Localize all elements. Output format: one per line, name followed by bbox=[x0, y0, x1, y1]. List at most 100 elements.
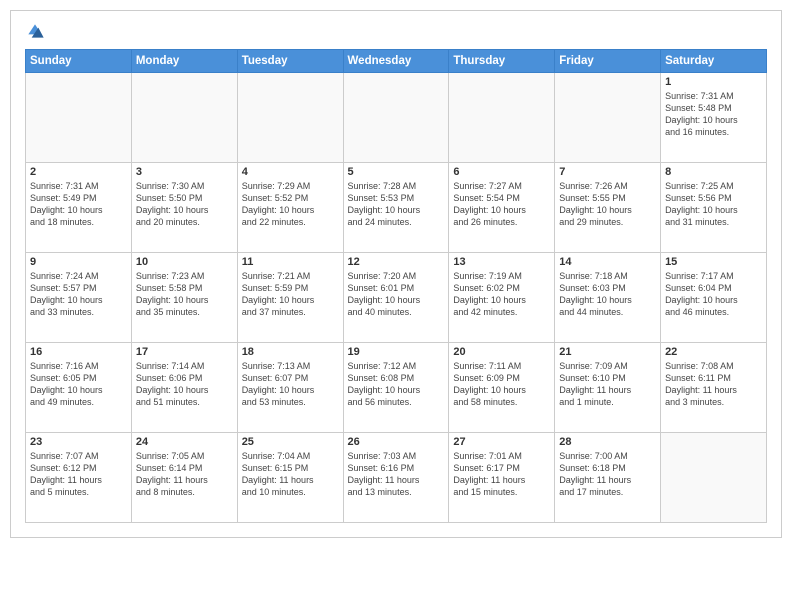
day-number: 19 bbox=[348, 346, 445, 358]
day-info: Sunrise: 7:17 AM Sunset: 6:04 PM Dayligh… bbox=[665, 270, 762, 319]
day-info: Sunrise: 7:18 AM Sunset: 6:03 PM Dayligh… bbox=[559, 270, 656, 319]
day-info: Sunrise: 7:24 AM Sunset: 5:57 PM Dayligh… bbox=[30, 270, 127, 319]
calendar-week-row: 2 Sunrise: 7:31 AM Sunset: 5:49 PM Daylig… bbox=[26, 163, 767, 253]
day-number: 21 bbox=[559, 346, 656, 358]
weekday-thursday: Thursday bbox=[449, 50, 555, 73]
day-info: Sunrise: 7:26 AM Sunset: 5:55 PM Dayligh… bbox=[559, 180, 656, 229]
calendar-cell: 17 Sunrise: 7:14 AM Sunset: 6:06 PM Dayli… bbox=[131, 343, 237, 433]
calendar-cell: 23 Sunrise: 7:07 AM Sunset: 6:12 PM Dayli… bbox=[26, 433, 132, 523]
calendar-cell: 12 Sunrise: 7:20 AM Sunset: 6:01 PM Dayli… bbox=[343, 253, 449, 343]
day-info: Sunrise: 7:29 AM Sunset: 5:52 PM Dayligh… bbox=[242, 180, 339, 229]
day-info: Sunrise: 7:14 AM Sunset: 6:06 PM Dayligh… bbox=[136, 360, 233, 409]
calendar-cell: 7 Sunrise: 7:26 AM Sunset: 5:55 PM Daylig… bbox=[555, 163, 661, 253]
day-number: 7 bbox=[559, 166, 656, 178]
day-number: 26 bbox=[348, 436, 445, 448]
day-number: 27 bbox=[453, 436, 550, 448]
day-number: 22 bbox=[665, 346, 762, 358]
calendar-cell: 28 Sunrise: 7:00 AM Sunset: 6:18 PM Dayli… bbox=[555, 433, 661, 523]
day-number: 14 bbox=[559, 256, 656, 268]
calendar-cell: 21 Sunrise: 7:09 AM Sunset: 6:10 PM Dayli… bbox=[555, 343, 661, 433]
day-info: Sunrise: 7:13 AM Sunset: 6:07 PM Dayligh… bbox=[242, 360, 339, 409]
day-number: 8 bbox=[665, 166, 762, 178]
calendar-cell: 9 Sunrise: 7:24 AM Sunset: 5:57 PM Daylig… bbox=[26, 253, 132, 343]
calendar-cell: 3 Sunrise: 7:30 AM Sunset: 5:50 PM Daylig… bbox=[131, 163, 237, 253]
weekday-saturday: Saturday bbox=[661, 50, 767, 73]
weekday-sunday: Sunday bbox=[26, 50, 132, 73]
calendar-cell: 18 Sunrise: 7:13 AM Sunset: 6:07 PM Dayli… bbox=[237, 343, 343, 433]
day-info: Sunrise: 7:20 AM Sunset: 6:01 PM Dayligh… bbox=[348, 270, 445, 319]
day-info: Sunrise: 7:27 AM Sunset: 5:54 PM Dayligh… bbox=[453, 180, 550, 229]
calendar-cell: 19 Sunrise: 7:12 AM Sunset: 6:08 PM Dayli… bbox=[343, 343, 449, 433]
day-number: 3 bbox=[136, 166, 233, 178]
day-info: Sunrise: 7:08 AM Sunset: 6:11 PM Dayligh… bbox=[665, 360, 762, 409]
calendar-cell bbox=[343, 73, 449, 163]
page-header bbox=[25, 21, 767, 41]
calendar-cell: 22 Sunrise: 7:08 AM Sunset: 6:11 PM Dayli… bbox=[661, 343, 767, 433]
day-number: 23 bbox=[30, 436, 127, 448]
calendar-cell: 24 Sunrise: 7:05 AM Sunset: 6:14 PM Dayli… bbox=[131, 433, 237, 523]
calendar-cell bbox=[237, 73, 343, 163]
calendar-cell: 25Sunrise: 7:04 AM Sunset: 6:15 PM Dayli… bbox=[237, 433, 343, 523]
day-number: 15 bbox=[665, 256, 762, 268]
day-number: 10 bbox=[136, 256, 233, 268]
day-number: 9 bbox=[30, 256, 127, 268]
calendar-cell: 11 Sunrise: 7:21 AM Sunset: 5:59 PM Dayli… bbox=[237, 253, 343, 343]
weekday-wednesday: Wednesday bbox=[343, 50, 449, 73]
calendar-cell: 26Sunrise: 7:03 AM Sunset: 6:16 PM Dayli… bbox=[343, 433, 449, 523]
day-number: 28 bbox=[559, 436, 656, 448]
calendar-cell: 8 Sunrise: 7:25 AM Sunset: 5:56 PM Daylig… bbox=[661, 163, 767, 253]
calendar-cell: 27 Sunrise: 7:01 AM Sunset: 6:17 PM Dayli… bbox=[449, 433, 555, 523]
logo-icon bbox=[25, 21, 45, 41]
day-info: Sunrise: 7:09 AM Sunset: 6:10 PM Dayligh… bbox=[559, 360, 656, 409]
day-number: 6 bbox=[453, 166, 550, 178]
calendar-cell: 15 Sunrise: 7:17 AM Sunset: 6:04 PM Dayli… bbox=[661, 253, 767, 343]
calendar-cell: 4Sunrise: 7:29 AM Sunset: 5:52 PM Daylig… bbox=[237, 163, 343, 253]
day-number: 24 bbox=[136, 436, 233, 448]
calendar-cell bbox=[131, 73, 237, 163]
day-number: 17 bbox=[136, 346, 233, 358]
day-info: Sunrise: 7:21 AM Sunset: 5:59 PM Dayligh… bbox=[242, 270, 339, 319]
calendar-cell: 16 Sunrise: 7:16 AM Sunset: 6:05 PM Dayli… bbox=[26, 343, 132, 433]
weekday-tuesday: Tuesday bbox=[237, 50, 343, 73]
calendar-cell: 13Sunrise: 7:19 AM Sunset: 6:02 PM Dayli… bbox=[449, 253, 555, 343]
calendar-cell: 6 Sunrise: 7:27 AM Sunset: 5:54 PM Daylig… bbox=[449, 163, 555, 253]
day-info: Sunrise: 7:28 AM Sunset: 5:53 PM Dayligh… bbox=[348, 180, 445, 229]
day-number: 2 bbox=[30, 166, 127, 178]
day-info: Sunrise: 7:31 AM Sunset: 5:49 PM Dayligh… bbox=[30, 180, 127, 229]
day-info: Sunrise: 7:31 AM Sunset: 5:48 PM Dayligh… bbox=[665, 90, 762, 139]
day-info: Sunrise: 7:23 AM Sunset: 5:58 PM Dayligh… bbox=[136, 270, 233, 319]
calendar-cell: 5 Sunrise: 7:28 AM Sunset: 5:53 PM Daylig… bbox=[343, 163, 449, 253]
day-number: 18 bbox=[242, 346, 339, 358]
day-info: Sunrise: 7:04 AM Sunset: 6:15 PM Dayligh… bbox=[242, 450, 339, 499]
day-number: 20 bbox=[453, 346, 550, 358]
calendar-cell: 14 Sunrise: 7:18 AM Sunset: 6:03 PM Dayli… bbox=[555, 253, 661, 343]
day-number: 12 bbox=[348, 256, 445, 268]
weekday-header-row: SundayMondayTuesdayWednesdayThursdayFrid… bbox=[26, 50, 767, 73]
calendar-cell: 20 Sunrise: 7:11 AM Sunset: 6:09 PM Dayli… bbox=[449, 343, 555, 433]
day-info: Sunrise: 7:30 AM Sunset: 5:50 PM Dayligh… bbox=[136, 180, 233, 229]
calendar-week-row: 23 Sunrise: 7:07 AM Sunset: 6:12 PM Dayli… bbox=[26, 433, 767, 523]
day-info: Sunrise: 7:12 AM Sunset: 6:08 PM Dayligh… bbox=[348, 360, 445, 409]
day-number: 11 bbox=[242, 256, 339, 268]
day-info: Sunrise: 7:05 AM Sunset: 6:14 PM Dayligh… bbox=[136, 450, 233, 499]
day-info: Sunrise: 7:11 AM Sunset: 6:09 PM Dayligh… bbox=[453, 360, 550, 409]
day-info: Sunrise: 7:01 AM Sunset: 6:17 PM Dayligh… bbox=[453, 450, 550, 499]
calendar-cell bbox=[555, 73, 661, 163]
day-info: Sunrise: 7:00 AM Sunset: 6:18 PM Dayligh… bbox=[559, 450, 656, 499]
calendar-cell: 10 Sunrise: 7:23 AM Sunset: 5:58 PM Dayli… bbox=[131, 253, 237, 343]
day-number: 13 bbox=[453, 256, 550, 268]
day-info: Sunrise: 7:07 AM Sunset: 6:12 PM Dayligh… bbox=[30, 450, 127, 499]
calendar-week-row: 9 Sunrise: 7:24 AM Sunset: 5:57 PM Daylig… bbox=[26, 253, 767, 343]
weekday-monday: Monday bbox=[131, 50, 237, 73]
day-number: 1 bbox=[665, 76, 762, 88]
day-number: 5 bbox=[348, 166, 445, 178]
calendar-week-row: 1 Sunrise: 7:31 AM Sunset: 5:48 PM Daylig… bbox=[26, 73, 767, 163]
calendar-week-row: 16 Sunrise: 7:16 AM Sunset: 6:05 PM Dayli… bbox=[26, 343, 767, 433]
calendar-cell bbox=[449, 73, 555, 163]
day-info: Sunrise: 7:16 AM Sunset: 6:05 PM Dayligh… bbox=[30, 360, 127, 409]
calendar-cell: 1 Sunrise: 7:31 AM Sunset: 5:48 PM Daylig… bbox=[661, 73, 767, 163]
day-number: 16 bbox=[30, 346, 127, 358]
calendar-cell bbox=[661, 433, 767, 523]
day-info: Sunrise: 7:25 AM Sunset: 5:56 PM Dayligh… bbox=[665, 180, 762, 229]
calendar-cell: 2 Sunrise: 7:31 AM Sunset: 5:49 PM Daylig… bbox=[26, 163, 132, 253]
